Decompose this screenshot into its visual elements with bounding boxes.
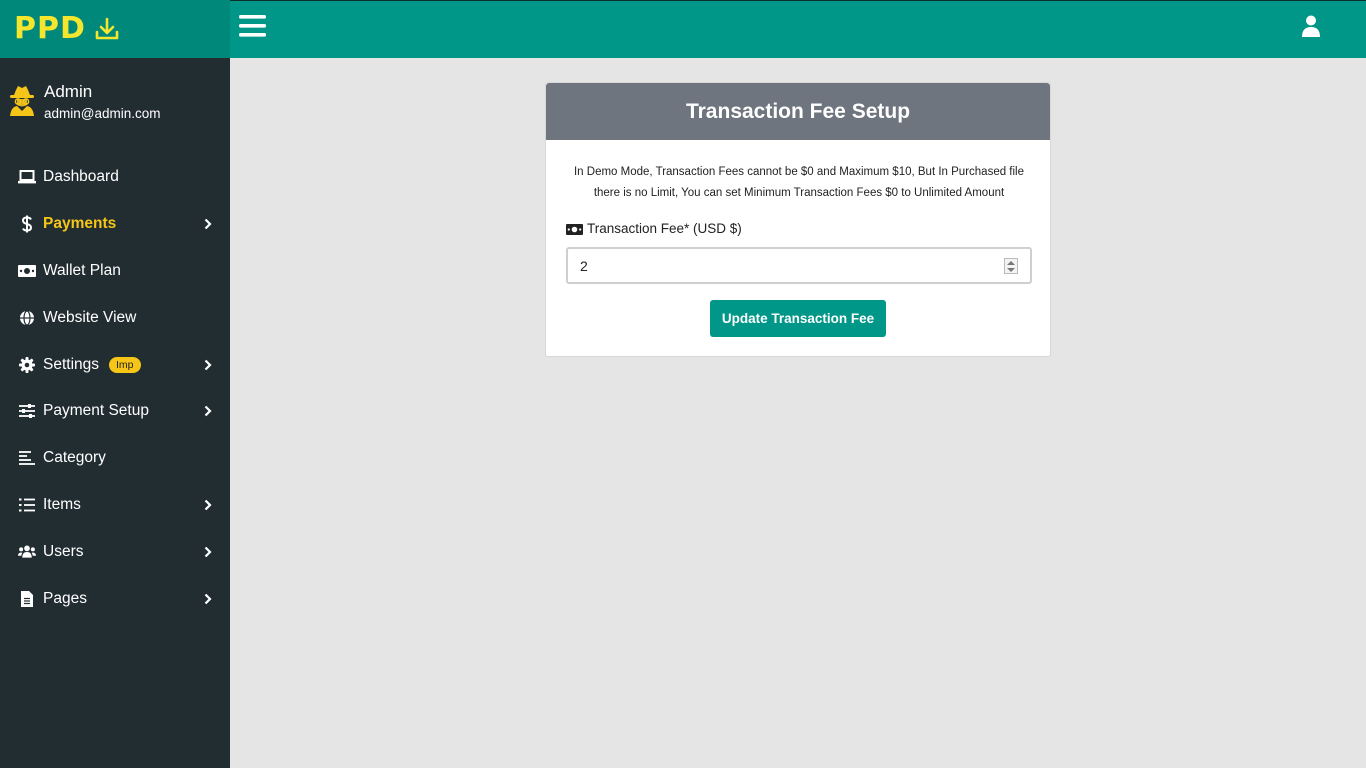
sidebar: PPD Admin admin@admin.com Dashboard Paym… — [0, 0, 230, 768]
chevron-right-icon — [204, 218, 214, 230]
sidebar-item-dashboard[interactable]: Dashboard — [0, 154, 230, 201]
sidebar-item-label: Wallet Plan — [43, 261, 121, 279]
transaction-fee-input[interactable] — [568, 249, 1030, 282]
user-secret-icon — [9, 86, 35, 121]
chevron-right-icon — [204, 499, 214, 511]
sidebar-item-label: Category — [43, 449, 106, 467]
field-label-text: Transaction Fee* (USD $) — [587, 221, 742, 236]
spinner-up-icon[interactable] — [1007, 260, 1015, 265]
sidebar-item-users[interactable]: Users — [0, 528, 230, 575]
top-navbar — [230, 0, 1366, 58]
chevron-right-icon — [204, 593, 214, 605]
brand-logo[interactable]: PPD — [0, 0, 230, 58]
money-bill-icon — [18, 262, 36, 280]
sidebar-item-payment-setup[interactable]: Payment Setup — [0, 388, 230, 435]
sidebar-item-payments[interactable]: Payments — [0, 201, 230, 248]
chevron-right-icon — [204, 546, 214, 558]
transaction-fee-field — [566, 247, 1032, 284]
sidebar-item-label: Dashboard — [43, 168, 119, 186]
download-icon — [94, 16, 120, 42]
sidebar-item-label: Users — [43, 542, 84, 560]
transaction-fee-label: Transaction Fee* (USD $) — [566, 221, 742, 236]
sliders-icon — [18, 402, 36, 420]
user-icon[interactable] — [1301, 15, 1323, 37]
chevron-right-icon — [204, 359, 214, 371]
card-title: Transaction Fee Setup — [685, 99, 911, 123]
align-left-icon — [18, 449, 36, 467]
transaction-fee-card: Transaction Fee Setup In Demo Mode, Tran… — [545, 82, 1051, 357]
update-transaction-fee-button[interactable]: Update Transaction Fee — [710, 300, 886, 337]
sidebar-item-category[interactable]: Category — [0, 435, 230, 482]
globe-icon — [18, 309, 36, 327]
sidebar-item-items[interactable]: Items — [0, 482, 230, 529]
sidebar-item-label: Pages — [43, 589, 87, 607]
sidebar-item-wallet-plan[interactable]: Wallet Plan — [0, 248, 230, 295]
chevron-right-icon — [204, 405, 214, 417]
brand-logo-text: PPD — [14, 11, 86, 46]
user-name: Admin — [44, 82, 93, 101]
sidebar-item-pages[interactable]: Pages — [0, 575, 230, 622]
dollar-icon — [18, 215, 36, 233]
users-icon — [18, 543, 36, 561]
list-icon — [18, 496, 36, 514]
sidebar-item-label: Items — [43, 495, 81, 513]
hamburger-icon[interactable] — [239, 12, 267, 40]
sidebar-menu: Dashboard Payments Wallet Plan Website V… — [0, 154, 230, 622]
sidebar-item-label: Payment Setup — [43, 402, 149, 420]
sidebar-item-label: Payments — [43, 215, 117, 233]
card-header: Transaction Fee Setup — [546, 83, 1050, 140]
sidebar-item-website-view[interactable]: Website View — [0, 294, 230, 341]
sidebar-item-settings[interactable]: Settings Imp — [0, 341, 230, 388]
money-bill-icon — [566, 223, 583, 235]
gear-icon — [18, 356, 36, 374]
user-email: admin@admin.com — [44, 106, 161, 121]
sidebar-item-label: Settings — [43, 355, 100, 373]
laptop-icon — [18, 168, 36, 186]
file-icon — [18, 590, 36, 608]
demo-mode-notice: In Demo Mode, Transaction Fees cannot be… — [573, 166, 1025, 199]
settings-badge: Imp — [109, 356, 141, 373]
number-spinner[interactable] — [1004, 258, 1018, 274]
sidebar-item-label: Website View — [43, 308, 137, 326]
spinner-down-icon[interactable] — [1007, 267, 1015, 272]
